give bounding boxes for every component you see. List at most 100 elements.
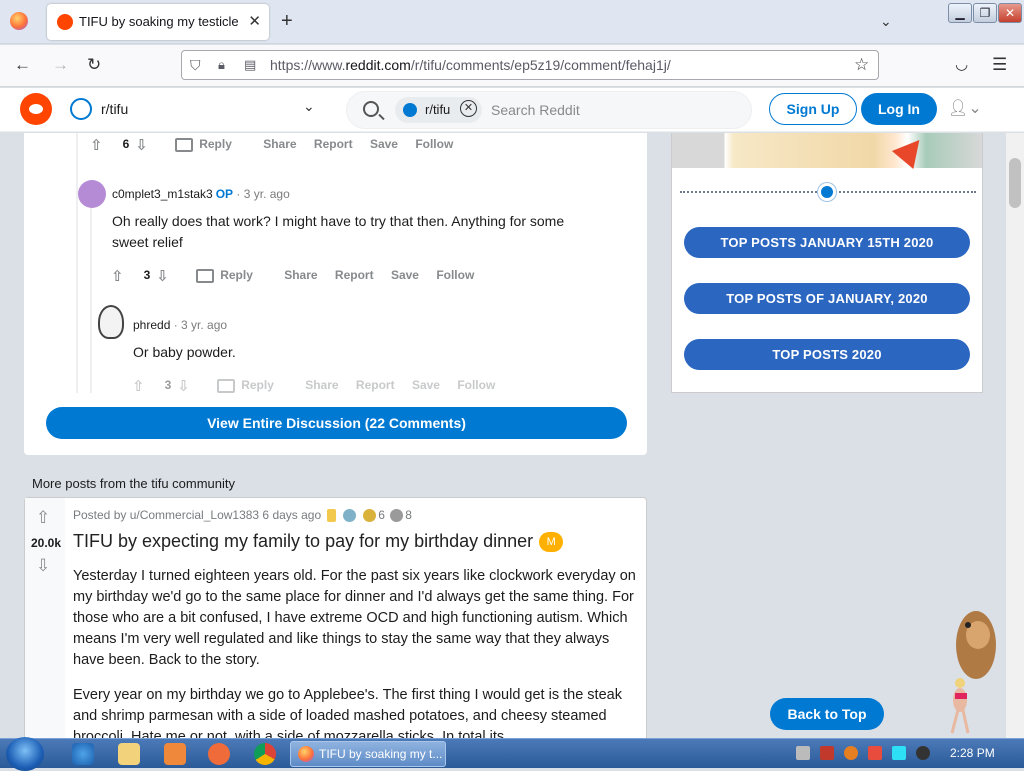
sign-up-button[interactable]: Sign Up	[769, 93, 857, 125]
report-button[interactable]: Report	[356, 378, 395, 392]
minimize-window-icon[interactable]: ▁	[948, 3, 972, 23]
save-button[interactable]: Save	[391, 268, 419, 282]
follow-button[interactable]: Follow	[415, 137, 453, 151]
op-badge: OP	[215, 187, 234, 201]
comment-body: Oh really does that work? I might have t…	[112, 213, 565, 250]
firefox-menu-icon[interactable]	[10, 12, 28, 30]
community-dropdown-chevron-icon[interactable]: ⌄	[303, 98, 315, 115]
close-window-icon[interactable]: ✕	[998, 3, 1022, 23]
back-arrow-icon[interactable]: ←	[14, 55, 31, 75]
share-button[interactable]: Share	[284, 268, 317, 282]
username[interactable]: phredd	[133, 318, 170, 332]
comment-author: c0mplet3_m1stak3 OP · 3 yr. ago	[112, 187, 290, 201]
follow-button[interactable]: Follow	[436, 268, 474, 282]
chrome-icon[interactable]	[254, 743, 276, 765]
comment-body: Or baby powder.	[133, 344, 236, 360]
new-tab-icon[interactable]: +	[281, 11, 293, 31]
timeline-marker[interactable]	[818, 183, 836, 201]
vote-count: 3	[164, 378, 172, 393]
page-info-icon[interactable]: ▤	[244, 57, 256, 73]
address-bar[interactable]: ⛉ 🔒︎ ▤ https://www.reddit.com/r/tifu/com…	[181, 50, 879, 80]
search-scope-chip[interactable]: r/tifu ✕	[395, 97, 482, 123]
back-to-top-button[interactable]: Back to Top	[770, 698, 884, 730]
downvote-icon[interactable]: ⇩	[156, 267, 169, 285]
app-menu-icon[interactable]: ☰	[992, 55, 1007, 75]
more-posts-heading: More posts from the tifu community	[32, 476, 236, 491]
report-button[interactable]: Report	[314, 137, 353, 151]
page-scrollbar[interactable]	[1006, 133, 1024, 738]
upvote-icon[interactable]: ⇧	[132, 377, 145, 395]
taskbar-firefox-task[interactable]: TIFU by soaking my t...	[290, 741, 446, 767]
search-input[interactable]: Search Reddit	[491, 102, 580, 118]
comment-actions: ⇧ 6 ⇩ Reply Share Report Save Follow	[90, 136, 467, 154]
post-card[interactable]: ⇧ 20.0k ⇩ Posted by u/Commercial_Low1383…	[24, 497, 647, 738]
reply-button[interactable]: Reply	[196, 268, 267, 283]
taskbar-clock[interactable]: 2:28 PM	[950, 746, 995, 760]
share-button[interactable]: Share	[305, 378, 338, 392]
report-button[interactable]: Report	[335, 268, 374, 282]
search-bar[interactable]: r/tifu ✕ Search Reddit	[346, 91, 752, 129]
follow-button[interactable]: Follow	[457, 378, 495, 392]
share-button[interactable]: Share	[263, 137, 296, 151]
list-tabs-chevron-icon[interactable]: ⌄	[880, 13, 892, 30]
upvote-icon[interactable]: ⇧	[111, 267, 124, 285]
award-icon[interactable]	[363, 509, 377, 523]
reply-button[interactable]: Reply	[175, 137, 246, 152]
close-tab-icon[interactable]: ✕	[248, 12, 261, 30]
post-body-paragraph: Yesterday I turned eighteen years old. F…	[73, 568, 636, 668]
top-posts-day-button[interactable]: TOP POSTS JANUARY 15TH 2020	[684, 227, 970, 258]
url-text: https://www.reddit.com/r/tifu/comments/e…	[270, 57, 671, 73]
downvote-icon[interactable]: ⇩	[177, 377, 190, 395]
log-in-button[interactable]: Log In	[861, 93, 937, 125]
post-title-text[interactable]: TIFU by expecting my family to pay for m…	[73, 531, 533, 551]
internet-explorer-icon[interactable]	[72, 743, 94, 765]
post-author-line[interactable]: Posted by u/Commercial_Low1383 6 days ag…	[73, 508, 321, 522]
subreddit-name[interactable]: r/tifu	[101, 101, 128, 117]
start-button[interactable]	[6, 737, 44, 771]
tray-icon[interactable]	[820, 746, 834, 760]
view-entire-discussion-button[interactable]: View Entire Discussion (22 Comments)	[46, 407, 627, 439]
top-posts-month-button[interactable]: TOP POSTS OF JANUARY, 2020	[684, 283, 970, 314]
tray-icon[interactable]	[844, 746, 858, 760]
volume-icon[interactable]	[916, 746, 930, 760]
tab-title: TIFU by soaking my testicles in	[79, 14, 239, 29]
flag-icon[interactable]	[868, 746, 882, 760]
avatar[interactable]	[98, 305, 124, 339]
browser-nav-bar: ← → ↻ ⛉ 🔒︎ ▤ https://www.reddit.com/r/ti…	[0, 45, 1024, 87]
reddit-logo-icon[interactable]	[20, 93, 52, 125]
lock-icon[interactable]: 🔒︎	[218, 57, 225, 73]
scrollbar-thumb[interactable]	[1009, 158, 1021, 208]
downvote-icon[interactable]: ⇩	[36, 556, 50, 576]
username[interactable]: c0mplet3_m1stak3	[112, 187, 213, 201]
save-button[interactable]: Save	[370, 137, 398, 151]
award-icon[interactable]	[390, 509, 404, 523]
tray-icon[interactable]	[892, 746, 906, 760]
post-body-paragraph: Every year on my birthday we go to Apple…	[73, 687, 622, 738]
browser-tab[interactable]: TIFU by soaking my testicles in ✕	[47, 4, 269, 40]
timestamp[interactable]: · 3 yr. ago	[236, 187, 289, 201]
tracking-shield-icon[interactable]: ⛉	[190, 57, 201, 74]
file-explorer-icon[interactable]	[118, 743, 140, 765]
tray-icon[interactable]	[796, 746, 810, 760]
downvote-icon[interactable]: ⇩	[135, 136, 148, 154]
award-icon[interactable]	[342, 509, 356, 523]
restore-window-icon[interactable]: ❐	[973, 3, 997, 23]
avatar[interactable]	[78, 180, 106, 208]
save-button[interactable]: Save	[412, 378, 440, 392]
pocket-icon[interactable]: ◡	[955, 55, 968, 75]
post-flair[interactable]: M	[539, 532, 564, 553]
bookmark-star-icon[interactable]: ☆	[854, 55, 869, 75]
forward-arrow-icon[interactable]: →	[52, 55, 69, 75]
reddit-favicon-icon	[57, 14, 73, 30]
reload-icon[interactable]: ↻	[87, 55, 101, 75]
media-player-icon[interactable]	[164, 743, 186, 765]
post-title[interactable]: TIFU by expecting my family to pay for m…	[73, 531, 564, 553]
remove-chip-icon[interactable]: ✕	[460, 100, 477, 117]
top-posts-year-button[interactable]: TOP POSTS 2020	[684, 339, 970, 370]
app-icon[interactable]	[208, 743, 230, 765]
user-menu-icon[interactable]: 👤︎⌄	[948, 98, 982, 118]
upvote-icon[interactable]: ⇧	[90, 136, 103, 154]
timestamp[interactable]: · 3 yr. ago	[174, 318, 227, 332]
upvote-icon[interactable]: ⇧	[36, 508, 50, 528]
reply-button[interactable]: Reply	[217, 378, 288, 393]
